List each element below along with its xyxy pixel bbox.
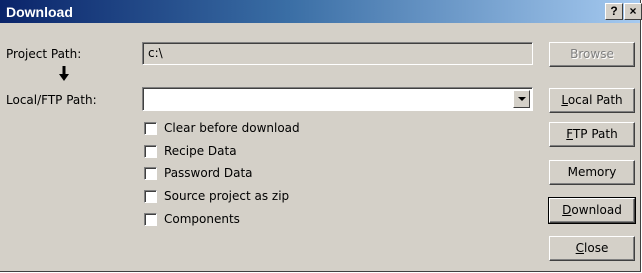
browse-button[interactable]: Browse [549,42,635,67]
download-dialog: Download ? × Project Path: c:\ Local/FTP… [0,0,642,272]
checkbox-label: Components [164,212,240,226]
checkbox-label: Source project as zip [164,189,290,203]
help-button[interactable]: ? [605,3,623,20]
close-button-label: lose [584,241,609,255]
local-ftp-path-combobox[interactable] [142,87,533,111]
chevron-down-icon [518,97,526,101]
memory-button[interactable]: Memory [549,160,635,185]
download-button[interactable]: Download [548,197,636,224]
down-arrow-icon [59,66,69,81]
local-ftp-path-label: Local/FTP Path: [6,93,97,107]
checkbox-box[interactable] [144,213,157,226]
checkbox-box[interactable] [144,167,157,180]
download-button-label: ownload [571,203,622,217]
checkbox-label: Password Data [164,166,253,180]
ftp-path-button[interactable]: FTP Path [549,122,635,147]
close-button[interactable]: Close [549,236,635,261]
title-bar: Download ? × [0,0,642,23]
dropdown-button[interactable] [513,90,530,108]
dialog-title: Download [6,4,73,20]
memory-button-label: Memory [567,165,617,179]
project-path-label: Project Path: [6,47,82,61]
close-window-button[interactable]: × [624,3,642,20]
checkbox-box[interactable] [144,122,157,135]
checkbox-box[interactable] [144,145,157,158]
checkbox-label: Clear before download [164,121,300,135]
local-path-button[interactable]: Local Path [549,88,635,113]
checkbox-label: Recipe Data [164,144,237,158]
browse-button-label: Browse [570,47,614,61]
project-path-field: c:\ [142,42,533,65]
close-button-accel: C [575,241,585,255]
checkbox-box[interactable] [144,190,157,203]
local-path-button-label: ocal Path [567,93,623,107]
ftp-path-button-accel: F [566,127,573,141]
ftp-path-button-label: TP Path [572,127,618,141]
